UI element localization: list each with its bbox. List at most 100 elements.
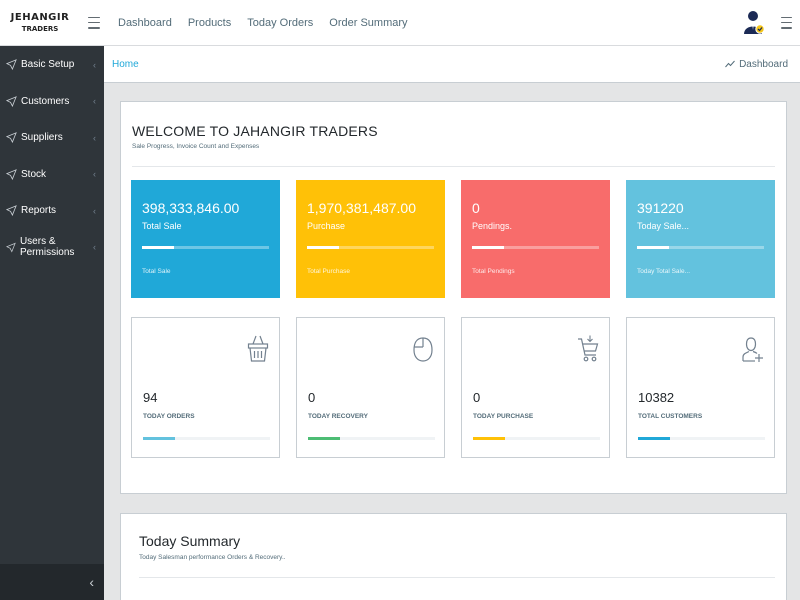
stat-progress-track (472, 246, 599, 249)
stat-card-pendings[interactable]: 0 Pendings. Total Pendings (461, 180, 610, 298)
stat-value: 391220 (637, 200, 684, 216)
sidebar-item-label: Stock (21, 168, 47, 180)
paper-plane-icon (6, 168, 17, 180)
chevron-left-icon: ‹ (93, 242, 96, 253)
widget-total-customers[interactable]: 10382 TOTAL CUSTOMERS (626, 317, 775, 458)
stat-value: 1,970,381,487.00 (307, 200, 416, 216)
stat-card-purchase[interactable]: 1,970,381,487.00 Purchase Total Purchase (296, 180, 445, 298)
widget-label: TODAY ORDERS (143, 413, 195, 420)
top-navbar: JEHANGIR TRADERS Dashboard Products Toda… (0, 0, 800, 46)
divider (139, 577, 775, 578)
brand-logo[interactable]: JEHANGIR TRADERS (0, 0, 78, 46)
stat-footer: Total Sale (142, 268, 171, 275)
widget-progress-track (638, 437, 765, 440)
paper-plane-icon (6, 242, 16, 253)
breadcrumb-dashboard-label: Dashboard (739, 58, 788, 70)
stat-progress-fill (142, 246, 174, 249)
stat-progress-fill (307, 246, 339, 249)
stat-label: Pendings. (472, 221, 513, 231)
stat-value: 0 (472, 200, 480, 216)
chevron-left-icon: ‹ (93, 205, 96, 216)
sidebar-item-users-permissions[interactable]: Users & Permissions ‹ (0, 229, 104, 266)
sidebar-toggle-icon[interactable] (88, 16, 100, 29)
sidebar-item-label: Suppliers (21, 132, 63, 144)
nav-products[interactable]: Products (180, 17, 239, 29)
chevron-left-icon: ‹ (93, 132, 96, 143)
stat-progress-fill (637, 246, 669, 249)
stat-progress-track (637, 246, 764, 249)
user-add-icon (742, 337, 763, 362)
sidebar-item-label: Users & Permissions (19, 236, 75, 259)
welcome-card: WELCOME TO JAHANGIR TRADERS Sale Progres… (120, 101, 787, 494)
aside-menu-toggle-icon[interactable] (781, 16, 792, 29)
widget-today-orders[interactable]: 94 TODAY ORDERS (131, 317, 280, 458)
divider (132, 166, 775, 167)
paper-plane-icon (6, 205, 17, 217)
nav-order-summary[interactable]: Order Summary (321, 17, 415, 29)
widget-progress-fill (638, 437, 670, 440)
chevron-left-icon: ‹ (93, 169, 96, 180)
topbar-right (743, 10, 800, 36)
sidebar-item-customers[interactable]: Customers ‹ (0, 83, 104, 120)
chevron-left-icon: ‹ (89, 574, 94, 590)
widget-label: TODAY PURCHASE (473, 413, 534, 420)
widget-value: 94 (143, 390, 158, 405)
nav-today-orders[interactable]: Today Orders (239, 17, 321, 29)
widget-progress-fill (308, 437, 340, 440)
stat-label: Total Sale (142, 221, 182, 231)
widget-progress-track (473, 437, 600, 440)
sidebar-item-label: Reports (21, 205, 57, 217)
widget-progress-fill (473, 437, 505, 440)
sidebar-item-reports[interactable]: Reports ‹ (0, 193, 104, 230)
widget-progress-track (308, 437, 435, 440)
stat-footer: Total Pendings (472, 268, 515, 275)
stat-card-today-sale[interactable]: 391220 Today Sale... Today Total Sale... (626, 180, 775, 298)
paper-plane-icon (6, 95, 17, 107)
stat-progress-fill (472, 246, 504, 249)
stat-label: Today Sale... (637, 221, 690, 231)
logo-line-1: JEHANGIR (10, 11, 70, 23)
widget-today-purchase[interactable]: 0 TODAY PURCHASE (461, 317, 610, 458)
breadcrumb-home-link[interactable]: Home (112, 59, 139, 70)
sidebar-minimizer-button[interactable]: ‹ (0, 564, 104, 600)
widget-today-recovery[interactable]: 0 TODAY RECOVERY (296, 317, 445, 458)
widget-progress-track (143, 437, 270, 440)
trend-graph-icon (725, 60, 735, 68)
sidebar: Basic Setup ‹ Customers ‹ Suppliers ‹ St… (0, 46, 104, 600)
sidebar-item-label: Customers (21, 95, 70, 107)
top-nav: Dashboard Products Today Orders Order Su… (110, 17, 416, 29)
paper-plane-icon (6, 132, 17, 144)
welcome-subtitle: Sale Progress, Invoice Count and Expense… (132, 143, 260, 150)
summary-subtitle: Today Salesman performance Orders & Reco… (139, 554, 286, 561)
widget-label: TODAY RECOVERY (308, 413, 368, 420)
logo-line-2: TRADERS (21, 24, 59, 33)
basket-icon (247, 335, 269, 362)
stat-progress-track (307, 246, 434, 249)
stat-label: Purchase (307, 221, 346, 231)
stat-card-total-sale[interactable]: 398,333,846.00 Total Sale Total Sale (131, 180, 280, 298)
widget-label: TOTAL CUSTOMERS (638, 413, 703, 420)
mouse-icon (413, 337, 433, 362)
stat-footer: Today Total Sale... (637, 268, 690, 275)
breadcrumb-dashboard-link[interactable]: Dashboard (725, 59, 800, 70)
cart-icon (578, 335, 599, 362)
widget-value: 0 (308, 390, 316, 405)
nav-dashboard[interactable]: Dashboard (110, 17, 180, 29)
sidebar-item-basic-setup[interactable]: Basic Setup ‹ (0, 47, 104, 84)
sidebar-item-suppliers[interactable]: Suppliers ‹ (0, 120, 104, 157)
widget-value: 10382 (638, 390, 675, 405)
today-summary-card: Today Summary Today Salesman performance… (120, 513, 787, 600)
breadcrumb: Home Dashboard (104, 46, 800, 83)
summary-title: Today Summary (139, 533, 241, 549)
sidebar-item-label: Basic Setup (21, 59, 75, 71)
chevron-left-icon: ‹ (93, 96, 96, 107)
widget-value: 0 (473, 390, 481, 405)
stat-progress-track (142, 246, 269, 249)
stat-value: 398,333,846.00 (142, 200, 240, 216)
stat-footer: Total Purchase (307, 268, 350, 275)
user-avatar-icon[interactable] (743, 10, 765, 36)
sidebar-item-stock[interactable]: Stock ‹ (0, 156, 104, 193)
paper-plane-icon (6, 59, 17, 71)
welcome-title: WELCOME TO JAHANGIR TRADERS (132, 123, 378, 139)
chevron-left-icon: ‹ (93, 59, 96, 70)
